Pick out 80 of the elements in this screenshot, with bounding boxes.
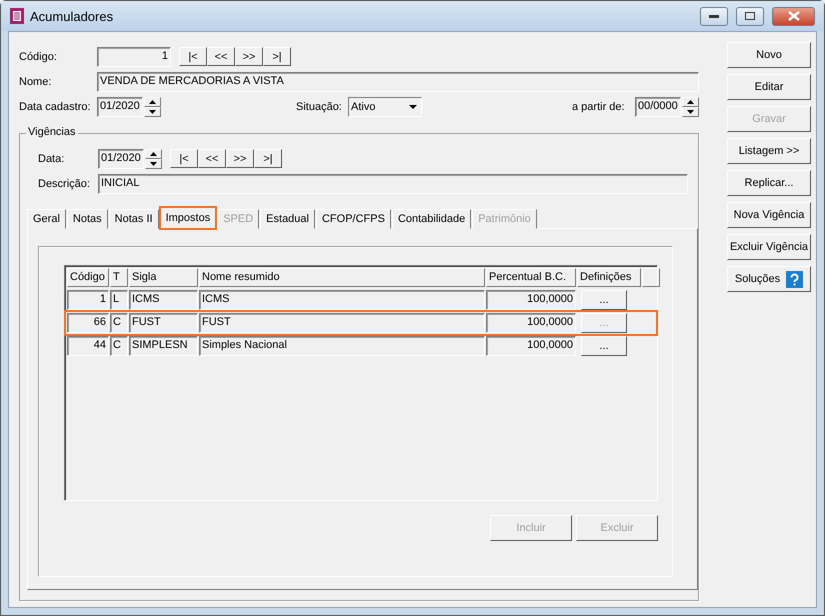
column-header bbox=[642, 268, 660, 287]
table-cell: FUST bbox=[129, 313, 198, 333]
down-arrow-icon bbox=[687, 110, 694, 114]
tab[interactable]: Impostos bbox=[160, 207, 216, 229]
tab[interactable]: Estadual bbox=[260, 209, 315, 229]
side-button[interactable]: Nova Vigência bbox=[727, 202, 811, 228]
nav-button[interactable]: << bbox=[198, 149, 226, 168]
down-arrow-icon bbox=[149, 110, 156, 114]
table-cell: 44 bbox=[67, 336, 109, 356]
table-cell: Simples Nacional bbox=[199, 336, 485, 356]
spin-control[interactable] bbox=[145, 148, 162, 168]
column-header[interactable]: Código bbox=[67, 268, 109, 287]
table-cell: 100,0000 bbox=[486, 336, 576, 356]
window-title: Acumuladores bbox=[30, 8, 114, 24]
close-icon bbox=[788, 11, 800, 21]
nav-button[interactable]: >> bbox=[235, 47, 263, 66]
side-button[interactable]: Excluir Vigência bbox=[727, 234, 811, 260]
side-button[interactable]: Novo bbox=[727, 42, 811, 68]
side-button[interactable]: Listagem >> bbox=[727, 138, 811, 164]
date-field[interactable]: 00/0000 bbox=[635, 96, 681, 116]
nav-button[interactable]: << bbox=[207, 47, 235, 66]
date-field[interactable]: 01/2020 bbox=[98, 148, 144, 168]
description-field[interactable]: INICIAL bbox=[98, 174, 688, 194]
definitions-button[interactable]: ... bbox=[581, 290, 627, 310]
tab[interactable]: Geral bbox=[27, 209, 66, 229]
table-cell: L bbox=[110, 290, 128, 310]
tab[interactable]: Notas bbox=[66, 209, 108, 229]
field-label: Descrição: bbox=[38, 178, 91, 190]
help-icon bbox=[786, 270, 804, 288]
spin-control[interactable] bbox=[682, 96, 699, 116]
table-cell: 66 bbox=[67, 313, 109, 333]
close-button[interactable] bbox=[772, 6, 815, 26]
tab[interactable]: CFOP/CFPS bbox=[316, 209, 391, 229]
up-arrow-icon bbox=[150, 152, 157, 156]
column-header[interactable]: Percentual B.C. bbox=[486, 268, 576, 287]
side-button[interactable]: Soluções bbox=[727, 266, 811, 292]
column-header[interactable]: Definições bbox=[577, 268, 641, 287]
table-cell: C bbox=[110, 336, 128, 356]
tab[interactable]: Notas II bbox=[108, 209, 159, 229]
up-arrow-icon bbox=[687, 100, 694, 104]
side-button[interactable]: Editar bbox=[727, 74, 811, 100]
name-field[interactable]: VENDA DE MERCADORIAS A VISTA bbox=[97, 72, 699, 92]
field-label: Situação: bbox=[296, 100, 343, 112]
field-label: Data cadastro: bbox=[19, 100, 92, 112]
definitions-button[interactable]: ... bbox=[581, 336, 627, 356]
status-dropdown[interactable]: Ativo bbox=[348, 96, 422, 116]
nav-button[interactable]: |< bbox=[179, 47, 207, 66]
table-cell: ICMS bbox=[129, 290, 198, 310]
minimize-icon bbox=[709, 14, 719, 18]
field-label: Código: bbox=[19, 50, 58, 62]
column-header[interactable]: T bbox=[110, 268, 128, 287]
tab[interactable]: Contabilidade bbox=[392, 209, 472, 229]
table-cell: C bbox=[110, 313, 128, 333]
document-icon bbox=[10, 8, 24, 24]
nav-button[interactable]: >> bbox=[226, 149, 254, 168]
column-header[interactable]: Sigla bbox=[129, 268, 198, 287]
table-cell: 1 bbox=[67, 290, 109, 310]
spin-control[interactable] bbox=[144, 96, 161, 116]
nav-button[interactable]: >| bbox=[254, 149, 282, 168]
table-cell: FUST bbox=[199, 313, 485, 333]
code-field[interactable]: 1 bbox=[97, 46, 171, 66]
up-arrow-icon bbox=[149, 100, 156, 104]
dropdown-arrow-icon bbox=[409, 104, 417, 108]
date-field[interactable]: 01/2020 bbox=[97, 96, 143, 116]
field-label: Data: bbox=[38, 152, 66, 164]
column-header[interactable]: Nome resumido bbox=[199, 268, 485, 287]
table-cell: 100,0000 bbox=[486, 313, 576, 333]
minimize-button[interactable] bbox=[700, 6, 728, 26]
field-label: Nome: bbox=[19, 76, 52, 88]
table-cell: SIMPLESN bbox=[129, 336, 198, 356]
nav-button[interactable]: >| bbox=[263, 47, 291, 66]
maximize-button[interactable] bbox=[736, 6, 764, 26]
nav-button[interactable]: |< bbox=[170, 149, 198, 168]
table-cell: ICMS bbox=[199, 290, 485, 310]
table-cell: 100,0000 bbox=[486, 290, 576, 310]
down-arrow-icon bbox=[150, 162, 157, 166]
group-title: Vigências bbox=[26, 126, 78, 138]
maximize-icon bbox=[745, 12, 755, 20]
field-label: a partir de: bbox=[572, 100, 626, 112]
side-button[interactable]: Replicar... bbox=[727, 170, 811, 196]
